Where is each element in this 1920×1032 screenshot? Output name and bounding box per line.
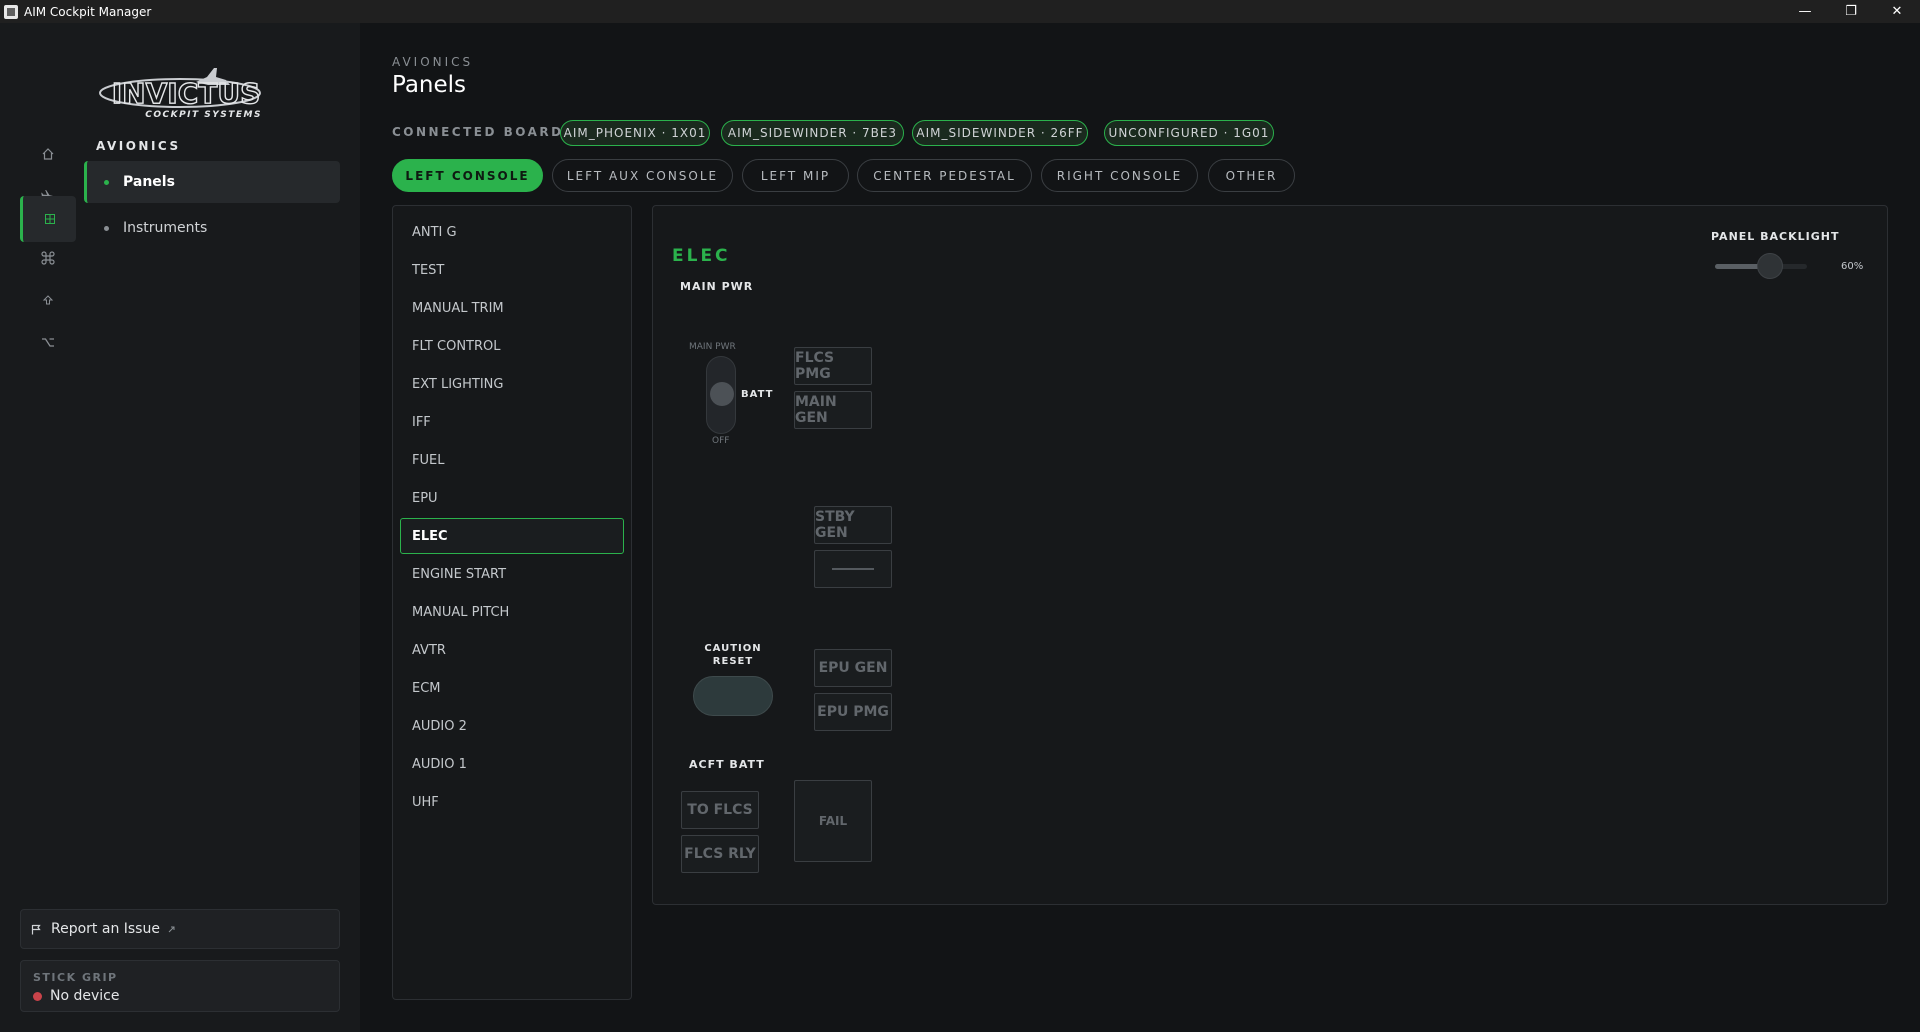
restore-button[interactable]: ❐	[1828, 0, 1874, 23]
page-eyebrow: AVIONICS	[392, 55, 474, 69]
stick-grip-status-text: No device	[50, 988, 120, 1004]
panel-title: ELEC	[672, 246, 731, 266]
command-icon	[41, 251, 55, 265]
tab-center-pedestal[interactable]: CENTER PEDESTAL	[857, 159, 1032, 192]
dash-icon	[832, 568, 874, 570]
close-button[interactable]: ✕	[1874, 0, 1920, 23]
sidebar-item-instruments[interactable]: Instruments	[84, 207, 340, 249]
list-item-manual-trim[interactable]: MANUAL TRIM	[400, 290, 624, 326]
switch-bottom-label: OFF	[712, 436, 730, 446]
flcs-pmg-indicator: FLCS PMG	[794, 347, 872, 385]
stick-grip-heading: STICK GRIP	[33, 971, 118, 984]
panel-backlight-slider[interactable]	[1715, 253, 1807, 279]
to-flcs-indicator: TO FLCS	[681, 791, 759, 829]
tab-left-mip[interactable]: LEFT MIP	[742, 159, 849, 192]
list-item-iff[interactable]: IFF	[400, 404, 624, 440]
upload-icon	[42, 295, 54, 305]
main-gen-indicator: MAIN GEN	[794, 391, 872, 429]
list-item-audio-2[interactable]: AUDIO 2	[400, 708, 624, 744]
list-item-audio-1[interactable]: AUDIO 1	[400, 746, 624, 782]
list-item-anti-g[interactable]: ANTI G	[400, 214, 624, 250]
list-item-elec[interactable]: ELEC	[400, 518, 624, 554]
option-icon	[42, 338, 54, 347]
icon-rail	[0, 23, 84, 1032]
panel-backlight-label: PANEL BACKLIGHT	[1711, 230, 1840, 243]
tab-left-aux-console[interactable]: LEFT AUX CONSOLE	[552, 159, 733, 192]
stick-grip-status: STICK GRIP No device	[20, 960, 340, 1012]
list-item-test[interactable]: TEST	[400, 252, 624, 288]
sidebar-item-panels[interactable]: Panels	[84, 161, 340, 203]
external-link-icon	[168, 926, 175, 932]
board-chip[interactable]: AIM_SIDEWINDER · 7BE3	[721, 120, 904, 146]
app-icon	[4, 4, 18, 19]
main-content: AVIONICS Panels CONNECTED BOARDS AIM_PHO…	[360, 23, 1920, 1032]
rail-home[interactable]	[20, 131, 76, 177]
elec-panel: ELEC PANEL BACKLIGHT 60% MAIN PWR MAIN P…	[652, 205, 1888, 905]
tab-left-console[interactable]: LEFT CONSOLE	[392, 159, 543, 192]
list-item-ext-lighting[interactable]: EXT LIGHTING	[400, 366, 624, 402]
logo-subtitle: COCKPIT SYSTEMS	[145, 110, 262, 119]
flag-icon	[31, 924, 41, 934]
list-item-avtr[interactable]: AVTR	[400, 632, 624, 668]
tab-other[interactable]: OTHER	[1208, 159, 1295, 192]
home-icon	[42, 148, 54, 160]
slider-thumb[interactable]	[1757, 253, 1784, 279]
rail-options[interactable]	[20, 319, 76, 365]
sidebar: INVICTUS COCKPIT SYSTEMS AVIONICS Panels…	[20, 23, 360, 1032]
switch-knob[interactable]	[710, 382, 734, 406]
rail-bindings[interactable]	[20, 235, 76, 281]
switch-top-label: MAIN PWR	[689, 342, 736, 352]
window-title: AIM Cockpit Manager	[24, 4, 152, 19]
rail-firmware[interactable]	[20, 277, 76, 323]
flcs-rly-indicator: FLCS RLY	[681, 835, 759, 873]
title-bar: AIM Cockpit Manager — ❐ ✕	[0, 0, 1920, 23]
panel-list: ANTI G TEST MANUAL TRIM FLT CONTROL EXT …	[392, 205, 632, 1000]
caution-reset-label: CAUTION RESET	[704, 643, 762, 667]
board-chip[interactable]: UNCONFIGURED · 1G01	[1104, 120, 1274, 146]
epu-gen-indicator: EPU GEN	[814, 649, 892, 687]
main-pwr-label: MAIN PWR	[680, 280, 754, 293]
caution-reset-button[interactable]	[693, 676, 773, 716]
list-item-ecm[interactable]: ECM	[400, 670, 624, 706]
switch-position-label: BATT	[741, 389, 774, 400]
bullet-icon	[104, 179, 109, 185]
stby-gen-indicator: STBY GEN	[814, 506, 892, 544]
sidebar-item-label: Instruments	[123, 220, 208, 236]
sidebar-item-label: Panels	[123, 174, 175, 190]
logo-brand: INVICTUS	[112, 77, 261, 110]
acft-batt-label: ACFT BATT	[689, 758, 765, 771]
page-title: Panels	[392, 72, 467, 98]
fail-indicator: FAIL	[794, 780, 872, 862]
board-chip[interactable]: AIM_SIDEWINDER · 26FF	[912, 120, 1088, 146]
connected-boards-label: CONNECTED BOARDS	[392, 125, 575, 139]
list-item-epu[interactable]: EPU	[400, 480, 624, 516]
report-issue-label: Report an Issue	[51, 921, 160, 937]
list-item-engine-start[interactable]: ENGINE START	[400, 556, 624, 592]
blank-indicator	[814, 550, 892, 588]
panel-backlight-value: 60%	[1841, 261, 1864, 272]
grid-icon	[44, 214, 55, 224]
tab-right-console[interactable]: RIGHT CONSOLE	[1041, 159, 1198, 192]
list-item-flt-control[interactable]: FLT CONTROL	[400, 328, 624, 364]
minimize-button[interactable]: —	[1782, 0, 1828, 23]
list-item-manual-pitch[interactable]: MANUAL PITCH	[400, 594, 624, 630]
epu-pmg-indicator: EPU PMG	[814, 693, 892, 731]
board-chip[interactable]: AIM_PHOENIX · 1X01	[560, 120, 710, 146]
window-controls: — ❐ ✕	[1782, 0, 1920, 23]
bullet-icon	[104, 225, 109, 231]
status-dot-icon	[33, 992, 42, 1001]
main-pwr-switch[interactable]	[706, 356, 736, 434]
invictus-logo: INVICTUS COCKPIT SYSTEMS	[99, 68, 262, 119]
list-item-fuel[interactable]: FUEL	[400, 442, 624, 478]
report-issue-button[interactable]: Report an Issue	[20, 909, 340, 949]
list-item-uhf[interactable]: UHF	[400, 784, 624, 820]
sidebar-heading: AVIONICS	[96, 139, 181, 153]
